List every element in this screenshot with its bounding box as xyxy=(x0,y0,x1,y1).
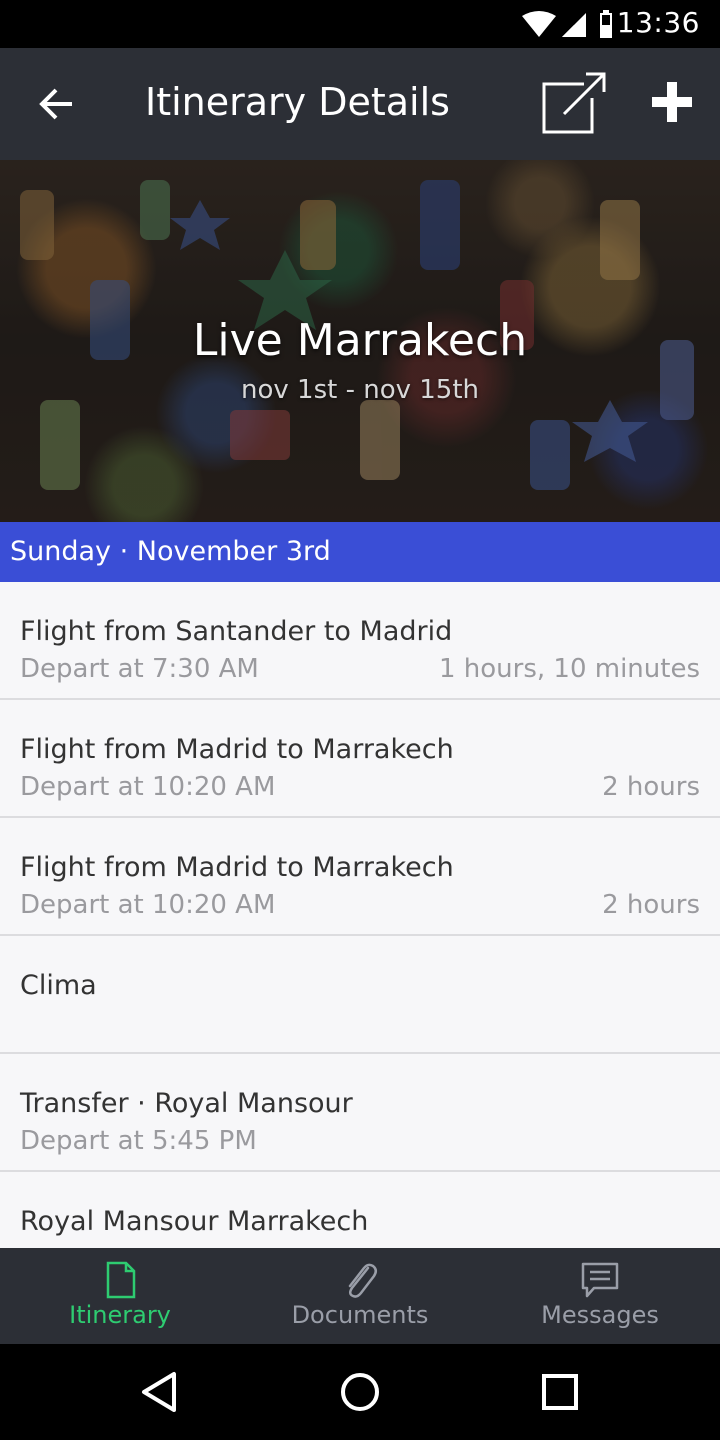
list-item[interactable]: Flight from Madrid to Marrakech Depart a… xyxy=(0,818,720,936)
tab-label: Documents xyxy=(291,1301,429,1329)
paperclip-icon xyxy=(348,1263,377,1298)
hero-banner: Live Marrakech nov 1st - nov 15th xyxy=(0,160,720,522)
tab-label: Itinerary xyxy=(69,1301,171,1329)
list-item[interactable]: Royal Mansour Marrakech xyxy=(0,1172,720,1248)
item-duration: 2 hours xyxy=(602,772,700,802)
signal-icon xyxy=(562,13,586,37)
tab-documents[interactable]: Documents xyxy=(240,1248,480,1344)
item-title: Clima xyxy=(20,970,97,1001)
arrow-left-icon[interactable] xyxy=(30,78,82,130)
chat-icon xyxy=(581,1262,619,1298)
item-title: Flight from Madrid to Marrakech xyxy=(20,734,454,765)
item-depart-time: Depart at 7:30 AM xyxy=(20,654,259,684)
item-duration: 2 hours xyxy=(602,890,700,920)
day-header: Sunday · November 3rd xyxy=(0,522,720,582)
status-time: 13:36 xyxy=(616,6,700,39)
list-item[interactable]: Clima xyxy=(0,936,720,1054)
tab-messages[interactable]: Messages xyxy=(480,1248,720,1344)
wifi-icon xyxy=(522,11,556,37)
page-title: Itinerary Details xyxy=(145,80,450,124)
item-title: Transfer · Royal Mansour xyxy=(20,1088,353,1119)
document-icon xyxy=(106,1261,136,1299)
item-title: Royal Mansour Marrakech xyxy=(20,1206,369,1237)
list-item[interactable]: Flight from Madrid to Marrakech Depart a… xyxy=(0,700,720,818)
list-item[interactable]: Transfer · Royal Mansour Depart at 5:45 … xyxy=(0,1054,720,1172)
battery-icon xyxy=(600,10,612,38)
external-link-icon[interactable] xyxy=(540,70,610,136)
item-depart-time: Depart at 10:20 AM xyxy=(20,890,276,920)
item-depart-time: Depart at 10:20 AM xyxy=(20,772,276,802)
recents-nav-icon[interactable] xyxy=(538,1370,582,1414)
itinerary-list: Flight from Santander to Madrid Depart a… xyxy=(0,582,720,1248)
list-item[interactable]: Flight from Santander to Madrid Depart a… xyxy=(0,582,720,700)
tab-itinerary[interactable]: Itinerary xyxy=(0,1248,240,1344)
trip-dates: nov 1st - nov 15th xyxy=(240,375,480,405)
plus-icon[interactable] xyxy=(646,76,698,128)
trip-title: Live Marrakech xyxy=(192,315,528,366)
item-depart-time: Depart at 5:45 PM xyxy=(20,1126,257,1156)
status-bar: 13:36 xyxy=(0,0,720,48)
status-icons xyxy=(522,10,612,38)
system-nav-bar xyxy=(0,1344,720,1440)
item-title: Flight from Santander to Madrid xyxy=(20,616,453,647)
back-nav-icon[interactable] xyxy=(138,1370,182,1414)
item-title: Flight from Madrid to Marrakech xyxy=(20,852,454,883)
tab-label: Messages xyxy=(541,1301,659,1329)
item-duration: 1 hours, 10 minutes xyxy=(438,654,700,684)
bottom-tab-bar: Itinerary Documents Messages xyxy=(0,1248,720,1344)
top-app-bar: Itinerary Details xyxy=(0,48,720,160)
home-nav-icon[interactable] xyxy=(338,1370,382,1414)
